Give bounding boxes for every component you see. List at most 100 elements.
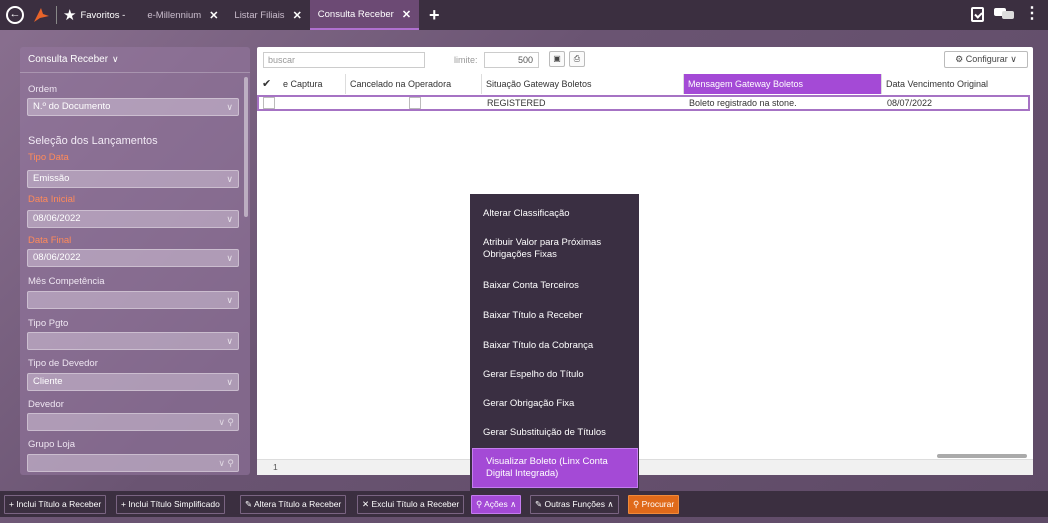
favoritos-menu[interactable]: Favoritos -: [80, 10, 125, 21]
chat-icon[interactable]: [994, 8, 1014, 20]
inclui-simplificado-button[interactable]: + Inclui Título Simplificado: [116, 495, 225, 514]
menu-item-atribuir-valor[interactable]: Atribuir Valor para Próximas Obrigações …: [470, 237, 630, 261]
chevron-down-icon: ∨: [226, 253, 233, 263]
grid-toolbar: buscar limite: 500 ▣ ⎙ ⚙ Configurar ∨: [257, 47, 1033, 73]
tipo-data-label: Tipo Data: [28, 152, 69, 163]
tipo-pgto-label: Tipo Pgto: [28, 318, 69, 329]
menu-item-visualizar-boleto[interactable]: Visualizar Boleto (Linx Conta Digital In…: [472, 448, 638, 488]
close-icon[interactable]: ✕: [402, 8, 411, 21]
filter-panel-title: Consulta Receber: [28, 54, 109, 65]
top-right-tools: ⋮: [971, 6, 1040, 22]
grupo-loja-label: Grupo Loja: [28, 439, 76, 450]
menu-item-gerar-espelho[interactable]: Gerar Espelho do Título: [470, 369, 639, 381]
menu-item-baixar-conta-terceiros[interactable]: Baixar Conta Terceiros: [470, 280, 639, 292]
filter-panel: Consulta Receber ∨ Ordem N.º do Document…: [20, 47, 250, 475]
search-input[interactable]: buscar: [263, 52, 425, 68]
ordem-select[interactable]: N.º do Documento ∨: [27, 98, 239, 116]
close-icon[interactable]: ✕: [209, 9, 218, 22]
search-icon: ⚲: [633, 499, 642, 509]
filter-panel-header[interactable]: Consulta Receber ∨: [20, 47, 250, 73]
tab-label: e-Millennium: [147, 9, 202, 21]
row-checkbox[interactable]: [263, 97, 275, 109]
results-grid: buscar limite: 500 ▣ ⎙ ⚙ Configurar ∨ ✔ …: [257, 47, 1033, 475]
data-final-value: 08/06/2022: [33, 252, 81, 263]
tipo-data-value: Emissão: [33, 173, 70, 184]
tab-e-millennium[interactable]: e-Millennium ✕: [139, 0, 226, 30]
altera-titulo-button[interactable]: ✎ Altera Título a Receber: [240, 495, 347, 514]
checklist-icon[interactable]: [971, 6, 984, 22]
mes-competencia-select[interactable]: ∨: [27, 291, 239, 309]
altera-titulo-label: Altera Título a Receber: [254, 499, 342, 509]
menu-item-baixar-titulo-receber[interactable]: Baixar Título a Receber: [470, 310, 639, 322]
devedor-field[interactable]: ∨ ⚲: [27, 413, 239, 431]
tipo-pgto-select[interactable]: ∨: [27, 332, 239, 350]
bottom-action-bar: + Inclui Título a Receber + Inclui Títul…: [0, 491, 1048, 517]
data-inicial-field[interactable]: 08/06/2022 ∨: [27, 210, 239, 228]
chevron-down-icon: ∨: [226, 295, 233, 305]
tipo-devedor-label: Tipo de Devedor: [28, 358, 98, 369]
top-bar: ← ★ Favoritos - e-Millennium ✕ Listar Fi…: [0, 0, 1048, 30]
divider: [56, 6, 57, 24]
cancelado-checkbox[interactable]: [409, 97, 421, 109]
edit-icon: ✎: [245, 499, 255, 509]
outras-funcoes-label: Outras Funções ∧: [544, 499, 614, 509]
acoes-menu: Alterar Classificação Atribuir Valor par…: [470, 194, 639, 493]
chevron-down-icon: ∨: [226, 174, 233, 184]
col-situacao-gateway[interactable]: Situação Gateway Boletos: [481, 74, 683, 94]
bulb-icon: ⚲: [476, 499, 485, 509]
more-vertical-icon[interactable]: ⋮: [1024, 6, 1040, 22]
app-logo: [32, 6, 50, 24]
new-tab-plus-icon[interactable]: +: [429, 5, 440, 26]
devedor-label: Devedor: [28, 399, 64, 410]
grid-header: ✔ e Captura Cancelado na Operadora Situa…: [257, 74, 1033, 94]
export-icon[interactable]: ▣: [549, 51, 565, 67]
table-row[interactable]: REGISTERED Boleto registrado na stone. 0…: [257, 95, 1030, 111]
horizontal-scrollbar[interactable]: [937, 454, 1027, 458]
outras-funcoes-button[interactable]: ✎ Outras Funções ∧: [530, 495, 619, 514]
chevron-down-icon: ∨: [226, 336, 233, 346]
grid-footer: 1: [257, 459, 1033, 475]
star-icon[interactable]: ★: [63, 6, 76, 24]
col-captura[interactable]: e Captura: [279, 74, 345, 94]
tipo-devedor-value: Cliente: [33, 376, 63, 387]
exclui-titulo-button[interactable]: ✕ Exclui Título a Receber: [357, 495, 465, 514]
menu-item-gerar-obrigacao-fixa[interactable]: Gerar Obrigação Fixa: [470, 398, 639, 410]
tab-label: Listar Filiais: [234, 9, 285, 21]
acoes-button[interactable]: ⚲ Ações ∧: [471, 495, 522, 514]
select-all-check-icon[interactable]: ✔: [259, 74, 279, 94]
tab-listar-filiais[interactable]: Listar Filiais ✕: [226, 0, 309, 30]
menu-item-baixar-titulo-cobranca[interactable]: Baixar Título da Cobrança: [470, 340, 639, 352]
col-cancelado-operadora[interactable]: Cancelado na Operadora: [345, 74, 481, 94]
panel-scrollbar[interactable]: [244, 77, 248, 217]
data-inicial-value: 08/06/2022: [33, 213, 81, 224]
tipo-data-select[interactable]: Emissão ∨: [27, 170, 239, 188]
menu-item-gerar-substituicao[interactable]: Gerar Substituição de Títulos: [470, 427, 639, 439]
data-inicial-label: Data Inicial: [28, 194, 75, 205]
chevron-down-icon: ∨: [226, 102, 233, 112]
data-final-label: Data Final: [28, 235, 72, 246]
ordem-value: N.º do Documento: [33, 101, 111, 112]
close-icon[interactable]: ✕: [293, 9, 302, 22]
section-title: Seleção dos Lançamentos: [28, 135, 158, 147]
tipo-devedor-select[interactable]: Cliente ∨: [27, 373, 239, 391]
print-icon[interactable]: ⎙: [569, 51, 585, 67]
search-icon[interactable]: ∨ ⚲: [218, 414, 234, 430]
col-mensagem-gateway[interactable]: Mensagem Gateway Boletos: [683, 74, 881, 94]
search-icon[interactable]: ∨ ⚲: [218, 455, 234, 471]
acoes-label: Ações ∧: [484, 499, 517, 509]
limite-label: limite:: [454, 55, 478, 65]
procurar-button[interactable]: ⚲ Procurar: [628, 495, 680, 514]
configurar-button[interactable]: ⚙ Configurar ∨: [944, 51, 1028, 68]
inclui-titulo-button[interactable]: + Inclui Título a Receber: [4, 495, 107, 514]
data-final-field[interactable]: 08/06/2022 ∨: [27, 249, 239, 267]
chevron-down-icon: ∨: [226, 377, 233, 387]
back-icon[interactable]: ←: [6, 6, 24, 24]
record-count: 1: [273, 462, 278, 472]
limite-input[interactable]: 500: [484, 52, 539, 68]
ordem-label: Ordem: [28, 84, 58, 95]
grupo-loja-field[interactable]: ∨ ⚲: [27, 454, 239, 472]
chevron-down-icon: ∨: [112, 54, 119, 64]
col-data-vencimento[interactable]: Data Vencimento Original: [881, 74, 1031, 94]
tab-consulta-receber[interactable]: Consulta Receber ✕: [309, 0, 420, 30]
menu-item-alterar-classificacao[interactable]: Alterar Classificação: [470, 208, 639, 220]
